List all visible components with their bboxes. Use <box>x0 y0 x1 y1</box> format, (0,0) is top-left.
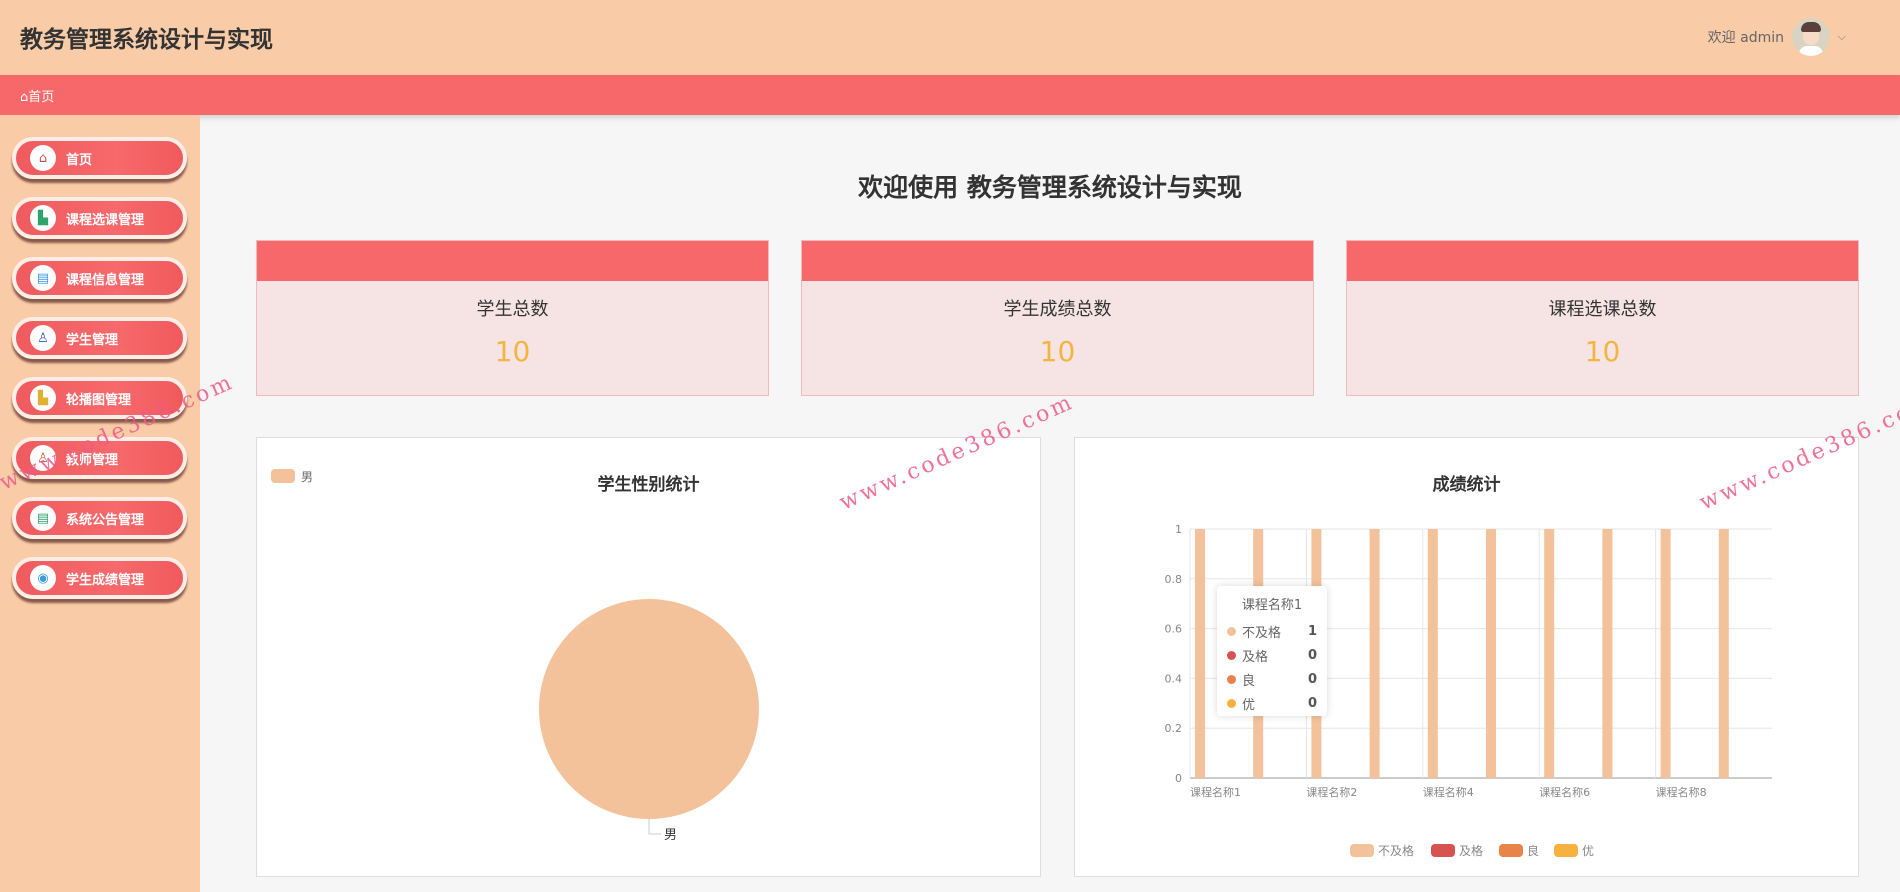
cabinet-icon: ▤ <box>30 505 56 531</box>
tooltip-value: 1 <box>1307 623 1317 639</box>
x-tick-label: 课程名称6 <box>1539 785 1590 799</box>
x-tick-label: 课程名称8 <box>1656 785 1707 799</box>
tooltip-value: 0 <box>1307 695 1317 711</box>
sidebar-item-label: 首页 <box>66 152 93 168</box>
bar <box>1427 529 1438 778</box>
stat-label: 课程选课总数 <box>1548 299 1657 320</box>
tooltip-series: 不及格 <box>1242 625 1282 641</box>
stat-card-enrollments: 课程选课总数 10 <box>1346 240 1859 396</box>
avatar[interactable] <box>1792 18 1830 56</box>
sidebar-item[interactable]: ♙ 学生管理 <box>12 317 187 359</box>
gender-chart-panel: 学生性别统计 男男 <box>256 437 1041 877</box>
tooltip-value: 0 <box>1307 671 1317 687</box>
sidebar-item-label: 课程信息管理 <box>66 272 145 288</box>
sidebar-item-label: 轮播图管理 <box>66 392 132 408</box>
x-tick-label: 课程名称1 <box>1190 785 1241 799</box>
legend-label: 优 <box>1582 844 1594 858</box>
top-header: 教务管理系统设计与实现 欢迎 admin ⌵ <box>0 0 1900 75</box>
y-tick-label: 0.8 <box>1165 573 1183 586</box>
sidebar-item-label: 课程选课管理 <box>66 212 145 228</box>
welcome-text: 欢迎 admin <box>1707 30 1784 46</box>
bar <box>1718 529 1729 778</box>
stat-label: 学生成绩总数 <box>1003 299 1112 320</box>
stat-label: 学生总数 <box>476 299 549 320</box>
tooltip-row: 优0 <box>1227 691 1317 715</box>
legend-swatch <box>1499 844 1523 857</box>
y-tick-label: 1 <box>1175 523 1182 536</box>
y-tick-label: 0.6 <box>1165 623 1183 636</box>
page-title: 欢迎使用 教务管理系统设计与实现 <box>858 173 1242 202</box>
user-menu[interactable]: 欢迎 admin ⌵ <box>1707 18 1846 56</box>
pie-label-line <box>648 819 661 835</box>
bar <box>1195 529 1205 778</box>
home-icon: ⌂ <box>30 145 56 171</box>
sidebar-item[interactable]: ◉ 学生成绩管理 <box>12 557 187 599</box>
tooltip-row: 及格 0 <box>1227 643 1317 667</box>
app-title: 教务管理系统设计与实现 <box>20 27 273 53</box>
pie-label: 男 <box>664 828 677 843</box>
breadcrumb-home[interactable]: ⌂首页 <box>20 86 54 105</box>
sidebar-item[interactable]: ▤ 系统公告管理 <box>12 497 187 539</box>
legend-swatch <box>1431 844 1455 857</box>
tooltip-series: 良 <box>1242 673 1256 689</box>
user-icon: ♙ <box>30 325 56 351</box>
y-tick-label: 0.2 <box>1165 722 1183 735</box>
x-tick-label: 课程名称2 <box>1306 785 1357 799</box>
tooltip-row: 良0 <box>1227 667 1317 691</box>
stat-value: 10 <box>1584 335 1621 368</box>
sidebar-item-label: 系统公告管理 <box>66 512 145 528</box>
sidebar-item-label: 学生管理 <box>66 332 119 348</box>
tooltip-series: 及格 <box>1242 649 1269 665</box>
y-tick-label: 0 <box>1175 772 1182 785</box>
pie-slice <box>539 599 759 819</box>
bar <box>1486 529 1496 778</box>
sidebar: ⌂ 首页 ▙ 课程选课管理 ▤ 课程信息管理 ♙ 学生管理 ▙ 轮播图管理 ♙ 教师管理 ▤ 系统公告管理… <box>0 115 200 892</box>
pie-chart: 男男 <box>271 469 759 843</box>
legend-swatch <box>271 469 295 483</box>
tooltip-series: 优 <box>1242 697 1256 713</box>
sidebar-item-label: 学生成绩管理 <box>66 572 145 588</box>
stat-card-students: 学生总数 10 <box>256 240 769 396</box>
bar <box>1369 529 1380 778</box>
tooltip-value: 0 <box>1307 647 1317 663</box>
legend-swatch <box>1350 844 1374 857</box>
stat-value: 10 <box>1039 335 1076 368</box>
bar <box>1602 529 1613 778</box>
legend-label: 良 <box>1527 843 1539 858</box>
chart-tooltip: 课程名称1 不及格 1 及格 0 良 0 优 0 <box>1217 586 1327 716</box>
breadcrumb: ⌂首页 <box>0 75 1900 115</box>
bar <box>1544 529 1555 778</box>
bar <box>1660 529 1671 778</box>
disc-icon: ◉ <box>30 565 56 591</box>
y-tick-label: 0.4 <box>1165 672 1183 685</box>
legend-swatch <box>1554 844 1578 857</box>
bar-chart: 0 0.2 0.4 0.6 0.8 1 课程名称1 课程名称2 课程名称4 课程名称6 课程名称8 不… <box>1165 523 1772 858</box>
legend-label: 不及格 <box>1378 843 1414 858</box>
sidebar-item[interactable]: ⌂ 首页 <box>12 137 187 179</box>
building-icon: ▙ <box>30 385 56 411</box>
tooltip-row: 不及格 1 <box>1227 619 1317 643</box>
score-chart-panel: 成绩统计 0 0.2 0.4 0.6 0.8 1 课程名称1 课程名称2 课程名称4 课程名称6 课… <box>1074 437 1859 877</box>
sidebar-item[interactable]: ▤ 课程信息管理 <box>12 257 187 299</box>
stat-value: 10 <box>494 335 531 368</box>
tooltip-title: 课程名称1 <box>1241 598 1303 613</box>
stat-card-scores: 学生成绩总数 10 <box>801 240 1314 396</box>
chevron-down-icon[interactable]: ⌵ <box>1838 30 1846 44</box>
cabinet-icon: ▤ <box>30 265 56 291</box>
sidebar-item[interactable]: ▙ 课程选课管理 <box>12 197 187 239</box>
legend-label: 及格 <box>1459 843 1483 858</box>
x-tick-label: 课程名称4 <box>1423 785 1474 799</box>
building-icon: ▙ <box>30 205 56 231</box>
legend-label: 男 <box>301 470 313 484</box>
